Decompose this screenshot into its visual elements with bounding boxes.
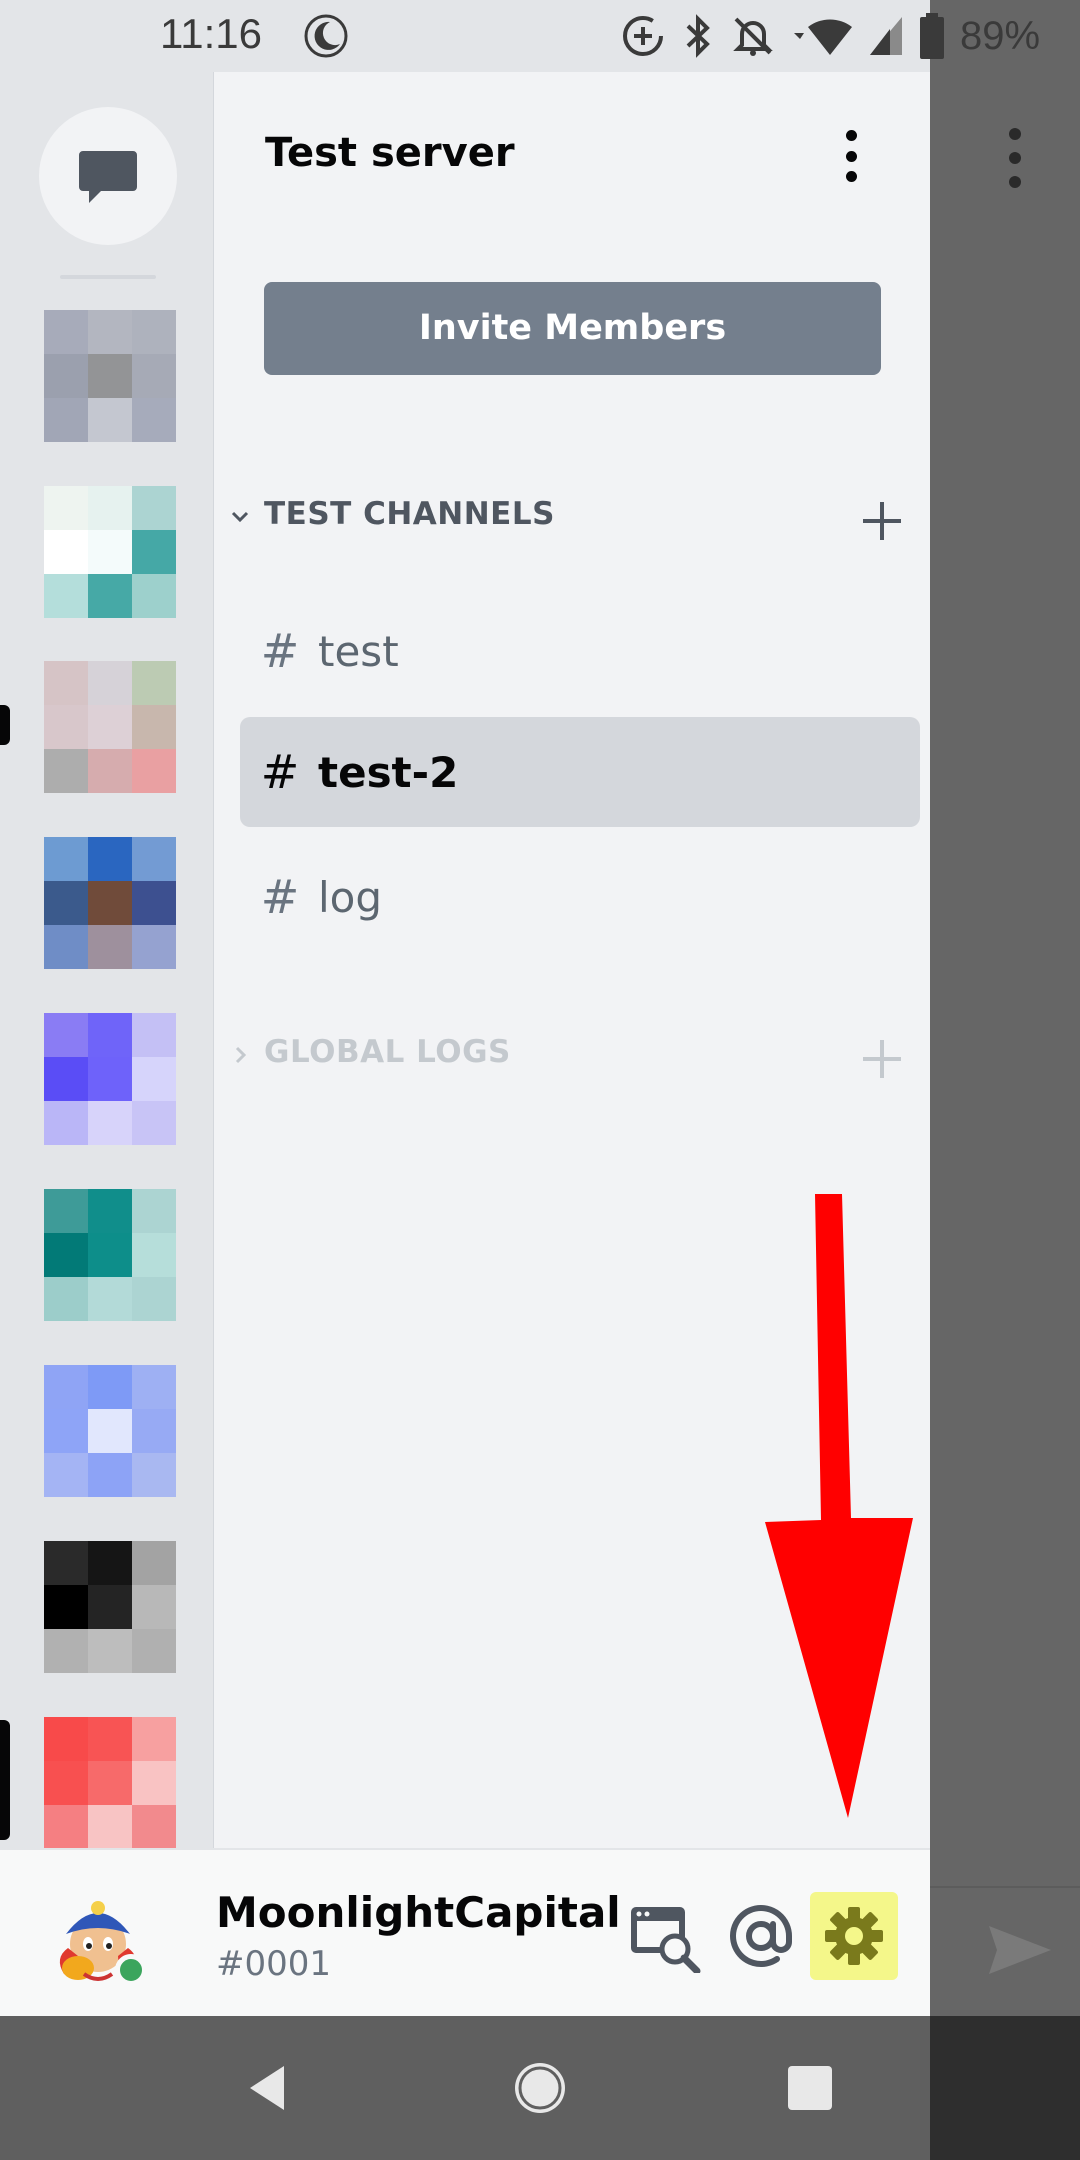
online-status-indicator	[115, 1954, 147, 1986]
home-button[interactable]	[498, 2046, 582, 2130]
bluetooth-icon	[680, 13, 716, 59]
status-icons: 89%	[620, 8, 1040, 64]
kebab-dot	[1009, 128, 1021, 140]
recents-button[interactable]	[768, 2046, 852, 2130]
home-icon	[515, 2063, 565, 2113]
chevron-right-icon	[235, 1046, 247, 1064]
server-icon[interactable]	[44, 310, 176, 442]
chevron-down-icon	[231, 511, 249, 523]
dimmed-chat-overlay[interactable]	[930, 0, 1080, 2016]
recents-icon	[788, 2066, 832, 2110]
server-icon[interactable]	[44, 661, 176, 793]
mention-icon	[730, 1905, 792, 1968]
rail-divider	[60, 275, 156, 279]
notifications-off-icon	[730, 13, 776, 59]
category-test-channels[interactable]: TEST CHANNELS	[229, 486, 919, 546]
navbar-dim-area	[930, 2016, 1080, 2160]
channel-test-2[interactable]: # test-2	[240, 717, 920, 827]
channel-panel: Test server Invite Members TEST CHANNELS…	[215, 72, 930, 1848]
chat-bubble-icon	[79, 151, 137, 203]
category-label: TEST CHANNELS	[264, 496, 555, 532]
moon-icon	[300, 10, 352, 62]
server-icon[interactable]	[44, 1717, 176, 1849]
user-settings-button[interactable]	[810, 1892, 898, 1980]
system-navigation-bar	[0, 2016, 1080, 2160]
kebab-dot	[1009, 176, 1021, 188]
hashtag-icon: #	[260, 624, 300, 678]
status-bar: 11:16 89%	[0, 0, 1040, 72]
server-icon[interactable]	[44, 486, 176, 618]
battery-icon	[918, 11, 946, 61]
kebab-dot	[845, 150, 857, 162]
server-icon[interactable]	[44, 1541, 176, 1673]
category-global-logs[interactable]: GLOBAL LOGS	[229, 1024, 919, 1084]
channel-name: test-2	[318, 747, 459, 797]
server-icon[interactable]	[44, 1189, 176, 1321]
channel-name: test	[318, 626, 399, 676]
status-time: 11:16	[160, 10, 262, 57]
data-saver-icon	[620, 13, 666, 59]
server-discovery-button[interactable]	[620, 1892, 708, 1980]
direct-messages-button[interactable]	[39, 107, 177, 245]
invite-members-button[interactable]: Invite Members	[264, 282, 881, 375]
server-name: Test server	[265, 130, 515, 176]
kebab-dot	[845, 171, 857, 182]
divider	[930, 1886, 1080, 1888]
unread-indicator	[0, 705, 10, 745]
back-button[interactable]	[226, 2046, 310, 2130]
username: MoonlightCapital	[216, 1888, 621, 1937]
server-icon[interactable]	[44, 837, 176, 969]
server-icon[interactable]	[44, 1013, 176, 1145]
mentions-button[interactable]	[717, 1892, 805, 1980]
user-discriminator: #0001	[216, 1944, 332, 1984]
server-discovery-icon	[631, 1907, 701, 1973]
add-channel-icon[interactable]	[859, 498, 905, 544]
wifi-icon	[790, 13, 854, 59]
channel-log[interactable]: # log	[240, 842, 920, 952]
channel-test[interactable]: # test	[240, 596, 920, 706]
server-icon[interactable]	[44, 1365, 176, 1497]
send-icon	[989, 1926, 1051, 1974]
add-channel-icon[interactable]	[859, 1036, 905, 1082]
channel-name: log	[318, 872, 383, 922]
chat-menu-icon	[1005, 128, 1025, 188]
kebab-dot	[1009, 152, 1021, 164]
battery-level: 89%	[960, 13, 1041, 58]
gear-icon	[825, 1907, 883, 1965]
selected-server-indicator	[0, 1720, 10, 1840]
user-panel: MoonlightCapital #0001	[0, 1848, 930, 2016]
server-rail	[0, 0, 214, 1849]
server-menu-button[interactable]	[831, 124, 871, 188]
back-icon	[250, 2066, 284, 2110]
kebab-dot	[845, 130, 857, 141]
category-label: GLOBAL LOGS	[264, 1034, 511, 1070]
hashtag-icon: #	[260, 745, 300, 799]
signal-icon	[868, 13, 904, 59]
hashtag-icon: #	[260, 870, 300, 924]
